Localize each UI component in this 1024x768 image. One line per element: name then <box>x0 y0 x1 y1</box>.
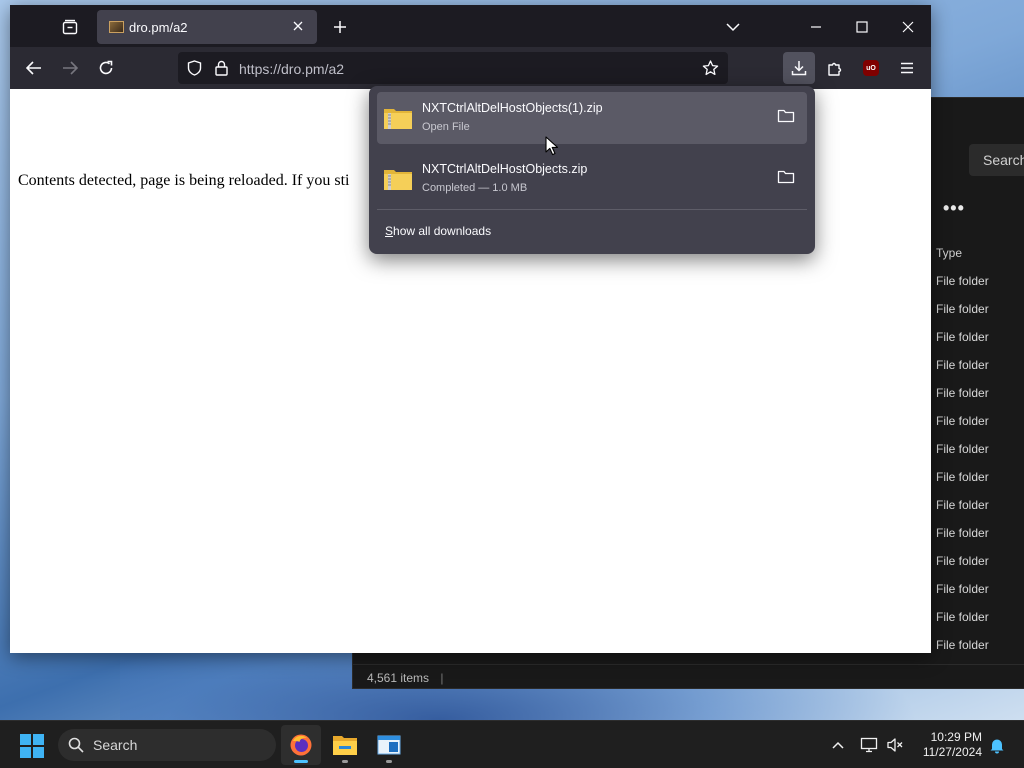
folder-icon <box>333 736 357 755</box>
file-type-cell[interactable]: File folder <box>933 350 1024 378</box>
clock-time: 10:29 PM <box>930 730 982 744</box>
list-all-tabs-chevron-down-icon[interactable] <box>721 15 745 39</box>
running-app-indicator <box>386 760 392 763</box>
search-label: Search <box>93 737 138 753</box>
firefox-icon <box>290 734 312 756</box>
download-item[interactable]: NXTCtrlAltDelHostObjects.zip Completed —… <box>377 153 807 205</box>
new-tab-icon[interactable] <box>328 15 352 39</box>
navigation-toolbar: https://dro.pm/a2 uO <box>10 47 931 89</box>
firefox-view-icon[interactable] <box>58 15 82 39</box>
file-type-cell[interactable]: File folder <box>933 406 1024 434</box>
volume-muted-icon[interactable] <box>885 735 905 755</box>
download-filename: NXTCtrlAltDelHostObjects.zip <box>422 162 588 176</box>
maximize-icon[interactable] <box>850 15 874 39</box>
file-type-cell[interactable]: File folder <box>933 490 1024 518</box>
item-count: 4,561 items <box>367 671 430 685</box>
mouse-cursor-icon <box>545 136 559 156</box>
file-type-cell[interactable]: File folder <box>933 602 1024 630</box>
file-type-cell[interactable]: File folder <box>933 574 1024 602</box>
download-status: Completed — 1.0 MB <box>422 182 528 194</box>
taskbar: Search 10:29 PM 11/27/2024 <box>0 720 1024 768</box>
running-app-indicator <box>342 760 348 763</box>
zip-folder-icon <box>384 109 412 129</box>
more-options-button[interactable]: ••• <box>943 198 965 219</box>
explorer-search-box[interactable]: Search <box>969 144 1024 176</box>
file-list-type-column: Type File folder File folder File folder Fi… <box>933 238 1024 650</box>
show-all-downloads-button[interactable]: Show all downloads <box>385 224 491 238</box>
close-tab-icon[interactable] <box>289 17 307 35</box>
taskbar-file-explorer[interactable] <box>325 725 365 765</box>
clock-date: 11/27/2024 <box>922 745 982 759</box>
window-app-icon <box>377 735 401 755</box>
tracking-protection-shield-icon[interactable] <box>184 58 204 78</box>
url-text[interactable]: https://dro.pm/a2 <box>239 61 344 77</box>
download-filename: NXTCtrlAltDelHostObjects(1).zip <box>422 101 603 115</box>
active-app-indicator <box>294 760 308 763</box>
reload-icon[interactable] <box>94 56 118 80</box>
system-clock[interactable]: 10:29 PM 11/27/2024 <box>912 730 982 760</box>
minimize-icon[interactable] <box>804 15 828 39</box>
bookmark-star-icon[interactable] <box>700 58 720 78</box>
download-arrow-icon <box>791 61 807 76</box>
site-favicon-icon <box>109 21 124 33</box>
network-icon[interactable] <box>859 735 879 755</box>
status-divider: | <box>440 671 444 685</box>
search-icon <box>68 737 84 753</box>
file-type-cell[interactable]: File folder <box>933 378 1024 406</box>
extensions-puzzle-icon[interactable] <box>823 56 847 80</box>
back-arrow-icon[interactable] <box>22 56 46 80</box>
show-in-folder-icon[interactable] <box>777 108 799 128</box>
tab-bar: dro.pm/a2 <box>10 5 931 47</box>
file-type-cell[interactable]: File folder <box>933 630 1024 650</box>
forward-arrow-icon[interactable] <box>58 56 82 80</box>
tab-title: dro.pm/a2 <box>129 20 188 35</box>
downloads-panel: NXTCtrlAltDelHostObjects(1).zip Open Fil… <box>369 86 815 254</box>
close-window-icon[interactable] <box>896 15 920 39</box>
windows-start-icon[interactable] <box>20 734 44 758</box>
file-type-cell[interactable]: File folder <box>933 546 1024 574</box>
ublock-origin-icon[interactable]: uO <box>859 56 883 80</box>
menu-hamburger-icon[interactable] <box>895 56 919 80</box>
type-column-header[interactable]: Type <box>933 238 1024 266</box>
file-type-cell[interactable]: File folder <box>933 518 1024 546</box>
download-status: Open File <box>422 121 470 133</box>
taskbar-firefox[interactable] <box>281 725 321 765</box>
zip-folder-icon <box>384 170 412 190</box>
file-type-cell[interactable]: File folder <box>933 266 1024 294</box>
show-in-folder-icon[interactable] <box>777 169 799 189</box>
tab-dro-pm[interactable]: dro.pm/a2 <box>97 10 317 44</box>
lock-icon[interactable] <box>211 58 231 78</box>
panel-separator <box>377 209 807 210</box>
download-item[interactable]: NXTCtrlAltDelHostObjects(1).zip Open Fil… <box>377 92 807 144</box>
file-type-cell[interactable]: File folder <box>933 434 1024 462</box>
address-bar[interactable]: https://dro.pm/a2 <box>178 52 728 84</box>
explorer-status-bar: 4,561 items | <box>353 664 1024 690</box>
page-body-text: Contents detected, page is being reloade… <box>18 172 350 189</box>
file-type-cell[interactable]: File folder <box>933 294 1024 322</box>
show-hidden-icons-chevron-up-icon[interactable] <box>828 735 848 755</box>
notification-bell-icon[interactable] <box>987 735 1007 755</box>
file-type-cell[interactable]: File folder <box>933 322 1024 350</box>
taskbar-app[interactable] <box>369 725 409 765</box>
downloads-button[interactable] <box>783 52 815 84</box>
file-type-cell[interactable]: File folder <box>933 462 1024 490</box>
taskbar-search-box[interactable]: Search <box>58 729 276 761</box>
